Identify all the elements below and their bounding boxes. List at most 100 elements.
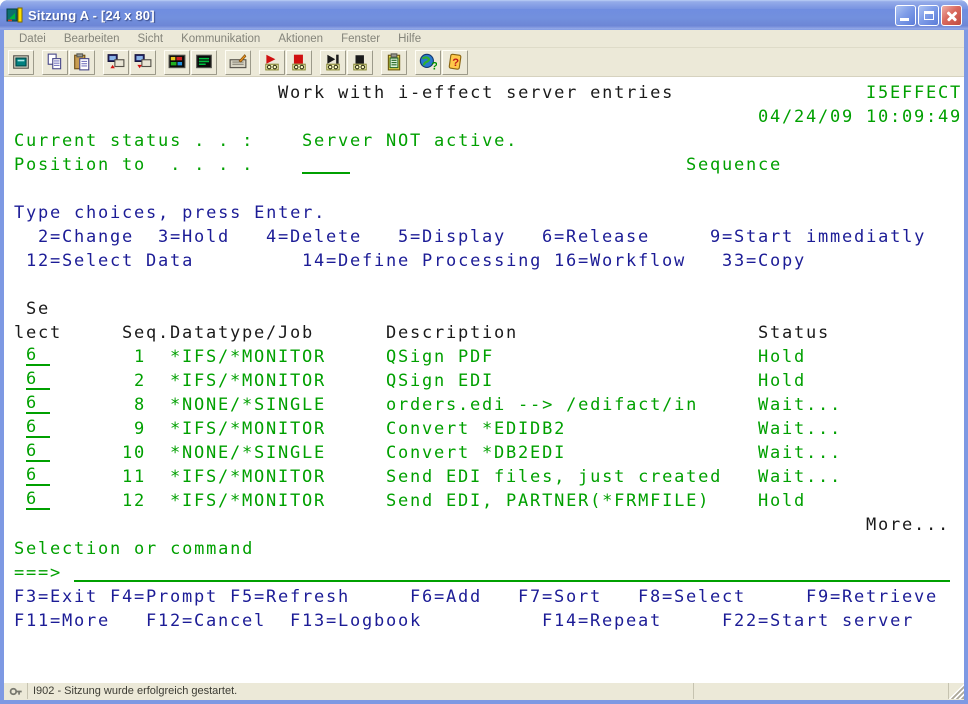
status-cell: Hold — [758, 345, 806, 369]
statusbar-message: I902 - Sitzung wurde erfolgreich gestart… — [28, 683, 694, 699]
datatype-cell: *IFS/*MONITOR — [170, 417, 326, 441]
more-indicator: More... — [866, 513, 950, 537]
keyboard-setup-button[interactable] — [225, 50, 251, 75]
select-input[interactable]: 6 — [26, 441, 50, 462]
screen-time: 10:09:49 — [866, 105, 962, 129]
maximize-button[interactable] — [918, 5, 939, 26]
display-setup-button[interactable] — [191, 50, 217, 75]
datatype-cell: *IFS/*MONITOR — [170, 489, 326, 513]
svg-text:?: ? — [452, 57, 459, 69]
record-macro-icon — [263, 53, 281, 71]
help-button[interactable]: ? — [442, 50, 468, 75]
color-setup-button[interactable] — [164, 50, 190, 75]
paste-button[interactable] — [69, 50, 95, 75]
option-14: 14=Define Processing — [302, 249, 542, 273]
fkey-f4: F4=Prompt — [110, 585, 218, 609]
seq-cell: 12 — [110, 489, 146, 513]
statusbar-spare-panel — [694, 683, 949, 699]
current-status-value: Server NOT active. — [302, 129, 518, 153]
stop-macro-button[interactable] — [347, 50, 373, 75]
status-cell: Wait... — [758, 441, 842, 465]
fkey-f13: F13=Logbook — [290, 609, 422, 633]
status-cell: Hold — [758, 369, 806, 393]
option-33: 33=Copy — [722, 249, 806, 273]
clipboard-button[interactable] — [381, 50, 407, 75]
receive-file-icon — [134, 53, 152, 71]
option-6: 6=Release — [542, 225, 650, 249]
window-title: Sitzung A - [24 x 80] — [28, 8, 895, 23]
internet-help-button[interactable]: ? — [415, 50, 441, 75]
menu-datei[interactable]: Datei — [10, 33, 55, 45]
seq-cell: 11 — [110, 465, 146, 489]
status-cell: Wait... — [758, 417, 842, 441]
position-to-input[interactable] — [302, 153, 350, 174]
datatype-cell: *IFS/*MONITOR — [170, 369, 326, 393]
seq-cell: 10 — [110, 441, 146, 465]
svg-text:?: ? — [431, 60, 437, 71]
datatype-cell: *NONE/*SINGLE — [170, 393, 326, 417]
receive-file-button[interactable] — [130, 50, 156, 75]
fkey-f3: F3=Exit — [14, 585, 98, 609]
select-input[interactable]: 6 — [26, 465, 50, 486]
fkey-f11: F11=More — [14, 609, 110, 633]
toolbar: ? ? — [4, 48, 964, 77]
new-session-button[interactable] — [8, 50, 34, 75]
window-frame: Datei Bearbeiten Sicht Kommunikation Akt… — [0, 30, 968, 704]
copy-icon — [46, 53, 64, 71]
option-4: 4=Delete — [266, 225, 362, 249]
system-name: I5EFFECT — [866, 81, 962, 105]
description-cell: Convert *EDIDB2 — [386, 417, 566, 441]
fkey-f8: F8=Select — [638, 585, 746, 609]
command-input[interactable] — [74, 561, 950, 582]
minimize-button[interactable] — [895, 5, 916, 26]
play-macro-button[interactable] — [320, 50, 346, 75]
record-macro-button[interactable] — [259, 50, 285, 75]
column-header-datatype: Datatype/Job — [170, 321, 314, 345]
sequence-label: Sequence — [686, 153, 782, 177]
select-input[interactable]: 6 — [26, 489, 50, 510]
display-setup-icon — [195, 53, 213, 71]
close-button[interactable] — [941, 5, 962, 26]
session-window-icon — [12, 53, 30, 71]
fkey-f14: F14=Repeat — [542, 609, 662, 633]
color-setup-icon — [168, 53, 186, 71]
menu-aktionen[interactable]: Aktionen — [269, 33, 332, 45]
datatype-cell: *IFS/*MONITOR — [170, 465, 326, 489]
play-macro-icon — [324, 53, 342, 71]
fkey-f12: F12=Cancel — [146, 609, 266, 633]
select-input[interactable]: 6 — [26, 369, 50, 390]
select-input[interactable]: 6 — [26, 417, 50, 438]
screen-date: 04/24/09 — [758, 105, 854, 129]
clipboard-icon — [385, 53, 403, 71]
seq-cell: 2 — [110, 369, 146, 393]
menu-sicht[interactable]: Sicht — [128, 33, 172, 45]
menu-kommunikation[interactable]: Kommunikation — [172, 33, 269, 45]
screen-title: Work with i-effect server entries — [278, 81, 674, 105]
maximize-icon — [924, 11, 934, 20]
resize-grip[interactable] — [949, 683, 964, 699]
menu-hilfe[interactable]: Hilfe — [389, 33, 430, 45]
instruction-text: Type choices, press Enter. — [14, 201, 326, 225]
description-cell: Convert *DB2EDI — [386, 441, 566, 465]
menu-fenster[interactable]: Fenster — [332, 33, 389, 45]
session-app-icon — [6, 7, 23, 24]
position-to-label: Position to . . . . — [14, 153, 254, 177]
fkey-f7: F7=Sort — [518, 585, 602, 609]
menu-bearbeiten[interactable]: Bearbeiten — [55, 33, 129, 45]
description-cell: QSign EDI — [386, 369, 494, 393]
copy-button[interactable] — [42, 50, 68, 75]
stop-macro-icon — [351, 53, 369, 71]
fkey-f22: F22=Start server — [722, 609, 914, 633]
select-input[interactable]: 6 — [26, 345, 50, 366]
option-5: 5=Display — [398, 225, 506, 249]
status-cell: Wait... — [758, 393, 842, 417]
keyboard-icon — [229, 53, 247, 71]
stop-record-icon — [290, 53, 308, 71]
application-window: Sitzung A - [24 x 80] Datei Bearbeiten S… — [0, 0, 968, 704]
column-header-seq: Seq. — [122, 321, 170, 345]
stop-record-button[interactable] — [286, 50, 312, 75]
terminal-screen[interactable]: Work with i-effect server entries I5EFFEC… — [4, 77, 964, 683]
send-file-button[interactable] — [103, 50, 129, 75]
select-input[interactable]: 6 — [26, 393, 50, 414]
connection-key-icon — [9, 685, 23, 698]
